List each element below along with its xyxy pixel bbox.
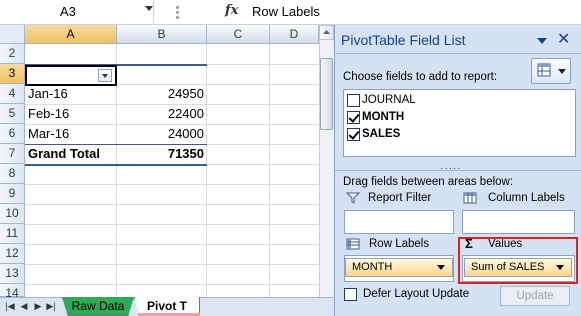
field-sales-checkbox[interactable] <box>347 128 360 141</box>
row-header[interactable]: 14 <box>0 284 25 300</box>
row-header[interactable]: 9 <box>0 184 25 204</box>
insert-function-icon[interactable]: fx <box>225 3 238 18</box>
chevron-down-icon <box>558 69 566 74</box>
row-labels-filter-dropdown[interactable] <box>98 69 112 82</box>
first-sheet-icon[interactable]: |◀ <box>4 299 16 313</box>
column-labels-drop-area[interactable] <box>462 210 575 234</box>
cell-b5[interactable]: 22400 <box>117 104 204 124</box>
gridline <box>269 44 270 297</box>
panel-title: PivotTable Field List <box>341 32 466 48</box>
report-filter-label: Report Filter <box>368 192 432 204</box>
row-header[interactable]: 5 <box>0 104 25 124</box>
choose-fields-label: Choose fields to add to report: <box>343 71 498 83</box>
next-sheet-icon[interactable]: ▶ <box>32 299 44 313</box>
row-header[interactable]: 13 <box>0 264 25 284</box>
scroll-thumb[interactable] <box>320 58 333 130</box>
chevron-down-icon <box>437 265 445 270</box>
cell-b4[interactable]: 24950 <box>117 84 204 104</box>
gridline <box>25 204 319 205</box>
resize-dot <box>176 11 179 14</box>
row-header[interactable]: 2 <box>0 44 25 64</box>
column-header-b[interactable]: B <box>117 25 207 44</box>
row-header[interactable]: 11 <box>0 224 25 244</box>
row-header[interactable]: 4 <box>0 84 25 104</box>
row-header[interactable]: 7 <box>0 144 25 164</box>
column-header-a[interactable]: A <box>25 25 117 44</box>
select-all-corner[interactable] <box>0 25 25 44</box>
filter-icon <box>346 192 360 204</box>
values-highlight-box <box>458 237 578 284</box>
cell-b7-grand-total-value[interactable]: 71350 <box>117 144 204 164</box>
tab-raw-data[interactable]: Raw Data <box>62 297 134 316</box>
panel-menu-dropdown-icon[interactable] <box>537 38 547 44</box>
field-journal-checkbox[interactable] <box>347 94 360 107</box>
gridline <box>25 284 319 285</box>
row-header[interactable]: 12 <box>0 244 25 264</box>
field-label: MONTH <box>362 111 405 123</box>
row-field-label: MONTH <box>352 261 393 273</box>
report-filter-drop-area[interactable] <box>344 210 454 234</box>
gridline <box>25 244 319 245</box>
column-header-d[interactable]: D <box>270 25 319 44</box>
row-header[interactable]: 10 <box>0 204 25 224</box>
defer-layout-update-checkbox[interactable] <box>344 288 357 301</box>
drag-fields-label: Drag fields between areas below: <box>343 176 514 188</box>
column-labels-icon <box>463 192 477 204</box>
gridline <box>25 264 319 265</box>
scroll-up-icon <box>323 30 330 34</box>
column-labels-label: Column Labels <box>488 192 565 204</box>
cell-a6[interactable]: Mar-16 <box>28 124 69 144</box>
cell-a7-grand-total[interactable]: Grand Total <box>28 144 100 164</box>
cell-b6[interactable]: 24000 <box>117 124 204 144</box>
name-box-dropdown-icon[interactable] <box>145 6 153 11</box>
gridline <box>25 184 319 185</box>
row-header[interactable]: 8 <box>0 164 25 184</box>
row-labels-area-label: Row Labels <box>369 238 430 250</box>
field-month-checkbox[interactable] <box>347 111 360 124</box>
row-header[interactable]: 3 <box>0 64 25 84</box>
cell-a5[interactable]: Feb-16 <box>28 104 69 124</box>
divider <box>334 53 581 54</box>
prev-sheet-icon[interactable]: ◀ <box>18 299 30 313</box>
resize-dot <box>176 16 179 19</box>
formula-input[interactable]: Row Labels <box>252 4 320 19</box>
row-labels-icon <box>346 238 360 250</box>
row-header[interactable]: 6 <box>0 124 25 144</box>
column-header-c[interactable]: C <box>207 25 270 44</box>
field-label: SALES <box>362 128 401 140</box>
scroll-up-button[interactable] <box>319 25 334 40</box>
pivot-bottom-border <box>25 164 207 166</box>
field-label: JOURNAL <box>362 94 416 106</box>
gridline <box>206 44 207 297</box>
last-sheet-icon[interactable]: ▶| <box>45 299 57 313</box>
layout-icon <box>537 63 551 77</box>
gridline <box>25 224 319 225</box>
row-field-month-pill[interactable]: MONTH <box>345 258 453 277</box>
close-icon[interactable]: ✕ <box>557 29 570 49</box>
defer-layout-update-label: Defer Layout Update <box>363 288 470 300</box>
name-box[interactable] <box>0 0 154 23</box>
resize-dot <box>176 6 179 9</box>
name-box-value: A3 <box>60 4 76 19</box>
cell-a4[interactable]: Jan-16 <box>28 84 68 104</box>
update-button[interactable]: Update <box>500 286 570 306</box>
